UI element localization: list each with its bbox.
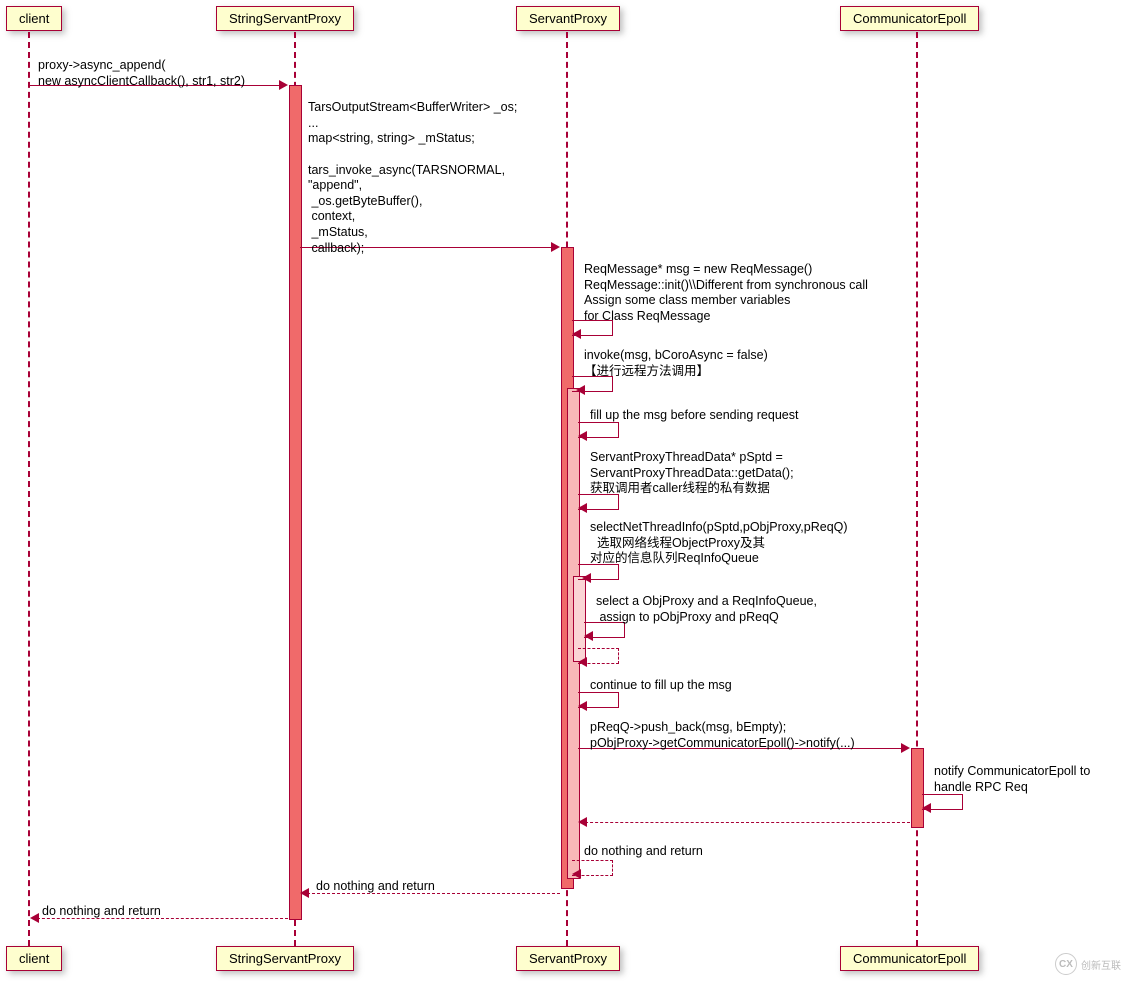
msg-threaddata-arrowhead [578, 503, 587, 513]
msg-selectobj-return-arrowhead [578, 657, 587, 667]
participant-servantproxy-bottom: ServantProxy [516, 946, 620, 971]
msg-donothing3-label: do nothing and return [42, 904, 161, 920]
msg-continuefill-arrowhead [578, 701, 587, 711]
watermark-text: 创新互联 [1081, 957, 1121, 972]
participant-client-top: client [6, 6, 62, 31]
msg-notify-arrowhead [922, 803, 931, 813]
msg-pushback-label: pReqQ->push_back(msg, bEmpty); pObjProxy… [590, 720, 855, 751]
msg-pushback-arrowhead [901, 743, 910, 753]
msg-continuefill-label: continue to fill up the msg [590, 678, 732, 694]
msg-donothing1-label: do nothing and return [584, 844, 703, 860]
msg-return-epoll-arrowhead [578, 817, 587, 827]
msg-invoke-label: invoke(msg, bCoroAsync = false) 【进行远程方法调… [584, 348, 768, 379]
msg-donothing3-arrowhead [30, 913, 39, 923]
msg-fillup-label: fill up the msg before sending request [590, 408, 798, 424]
msg-tars-invoke-label: TarsOutputStream<BufferWriter> _os; ... … [308, 100, 517, 256]
msg-donothing1-arrowhead [572, 869, 581, 879]
msg-reqmessage-arrowhead [572, 329, 581, 339]
msg-selectobj-label: select a ObjProxy and a ReqInfoQueue, as… [596, 594, 817, 625]
participant-servantproxy-top: ServantProxy [516, 6, 620, 31]
participant-stringservantproxy-top: StringServantProxy [216, 6, 354, 31]
activation-communicatorepoll [911, 748, 924, 828]
msg-donothing2-arrowhead [300, 888, 309, 898]
activation-stringservantproxy [289, 85, 302, 920]
msg-reqmessage-label: ReqMessage* msg = new ReqMessage() ReqMe… [584, 262, 868, 325]
participant-stringservantproxy-bottom: StringServantProxy [216, 946, 354, 971]
msg-selectnet-label: selectNetThreadInfo(pSptd,pObjProxy,pReq… [590, 520, 848, 567]
msg-selectobj-arrowhead [584, 631, 593, 641]
participant-client-bottom: client [6, 946, 62, 971]
msg-tars-invoke-arrowhead [551, 242, 560, 252]
msg-selectnet-arrowhead [582, 573, 591, 583]
msg-notify-label: notify CommunicatorEpoll to handle RPC R… [934, 764, 1090, 795]
watermark-icon: CX [1055, 953, 1077, 975]
msg-fillup-arrowhead [578, 431, 587, 441]
msg-async-append-arrowhead [279, 80, 288, 90]
participant-communicatorepoll-bottom: CommunicatorEpoll [840, 946, 979, 971]
participant-communicatorepoll-top: CommunicatorEpoll [840, 6, 979, 31]
msg-invoke-arrowhead [576, 385, 585, 395]
msg-donothing2-label: do nothing and return [316, 879, 435, 895]
msg-threaddata-label: ServantProxyThreadData* pSptd = ServantP… [590, 450, 794, 497]
msg-async-append-label: proxy->async_append( new asyncClientCall… [38, 58, 245, 89]
watermark: CX 创新互联 [1055, 953, 1121, 975]
lifeline-client [28, 32, 30, 946]
msg-return-epoll-arrow [580, 822, 910, 823]
